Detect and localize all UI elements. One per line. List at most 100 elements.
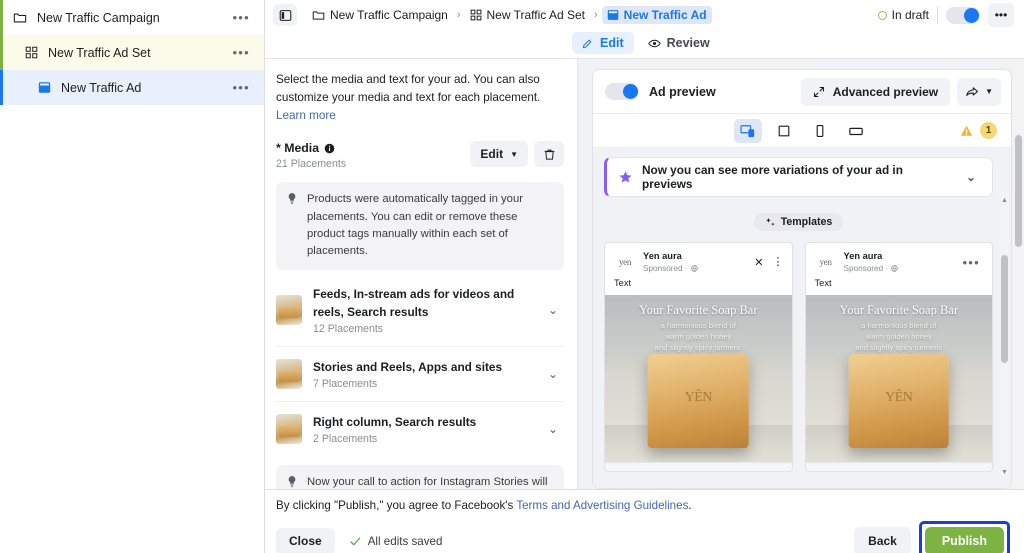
brand-meta: Yen aura Sponsored · [643, 251, 747, 272]
sidebar-item-adset[interactable]: New Traffic Ad Set ••• [0, 35, 264, 70]
ad-card-header: yen Yen aura Sponsored · [806, 243, 993, 278]
globe-icon [891, 265, 898, 272]
advanced-preview-button[interactable]: Advanced preview [801, 78, 950, 106]
templates-pill[interactable]: Templates [754, 213, 844, 231]
media-section-header: * Media 21 Placements Edit ▼ [276, 141, 564, 170]
ad-primary-text: Text [806, 278, 993, 295]
placement-text: Feeds, In-stream ads for videos and reel… [313, 285, 533, 335]
sidebar-campaign-menu-icon[interactable]: ••• [228, 9, 254, 26]
close-button[interactable]: Close [276, 528, 335, 553]
share-icon [965, 85, 979, 99]
ad-creative-image: Your Favorite Soap Bar a harmonious blen… [605, 295, 792, 462]
sidebar-ad-menu-icon[interactable]: ••• [228, 79, 254, 96]
tab-review[interactable]: Review [638, 32, 720, 54]
page-scrollbar[interactable] [1013, 59, 1024, 489]
device-desktop-mobile-icon[interactable] [734, 119, 762, 143]
media-label: * Media [276, 141, 319, 155]
ads-manager-window: New Traffic Campaign ••• New Traffic Ad … [0, 0, 1024, 553]
grid-icon [470, 9, 482, 21]
media-header-text: * Media 21 Placements [276, 141, 346, 170]
bottom-buttons-row: Close All edits saved Back Publish [276, 521, 1010, 553]
creative-subtext: a harmonious blend of warm golden honey … [806, 320, 993, 353]
terms-link[interactable]: Terms and Advertising Guidelines [516, 499, 688, 512]
scrollbar-thumb[interactable] [1015, 135, 1022, 247]
device-selector: 1 [593, 114, 1011, 148]
ad-preview-card[interactable]: yen Yen aura Sponsored · [604, 242, 793, 472]
placement-row[interactable]: Feeds, In-stream ads for videos and reel… [276, 274, 564, 347]
ad-creative-image: Your Favorite Soap Bar a harmonious blen… [806, 295, 993, 462]
preview-header-actions: Advanced preview ▼ [801, 78, 1001, 106]
publish-button[interactable]: Publish [925, 527, 1004, 553]
tip-instagram-stories-text: Now your call to action for Instagram St… [307, 476, 547, 489]
brand-name: Yen aura [643, 251, 747, 262]
device-landscape-icon[interactable] [842, 119, 870, 143]
preview-inner-scrollbar[interactable]: ▲ ▼ [999, 195, 1010, 478]
terms-suffix: . [688, 499, 691, 512]
device-portrait-icon[interactable] [806, 119, 834, 143]
ad-editor-panel: Select the media and text for your ad. Y… [265, 59, 578, 489]
lightbulb-icon [286, 192, 299, 260]
ad-active-toggle[interactable] [946, 7, 980, 24]
ad-preview-toggle[interactable] [605, 83, 639, 100]
chevron-down-icon[interactable]: ⌄ [962, 170, 980, 184]
placement-row[interactable]: Right column, Search results 2 Placement… [276, 402, 564, 456]
variations-banner[interactable]: Now you can see more variations of your … [604, 157, 993, 197]
warning-count-badge: 1 [980, 122, 997, 139]
sidebar-adset-menu-icon[interactable]: ••• [228, 44, 254, 61]
sponsored-label: Sponsored · [643, 264, 688, 273]
more-options-icon[interactable]: ••• [988, 3, 1014, 27]
chevron-down-icon[interactable]: ⌄ [544, 303, 562, 317]
check-icon [349, 535, 362, 548]
tip-instagram-stories: Now your call to action for Instagram St… [276, 465, 564, 489]
chevron-down-icon[interactable]: ⌄ [544, 422, 562, 436]
templates-label: Templates [781, 216, 833, 228]
expand-icon [813, 86, 825, 98]
media-edit-label: Edit [480, 147, 503, 161]
placement-title: Feeds, In-stream ads for videos and reel… [313, 287, 514, 319]
sidebar-item-ad[interactable]: New Traffic Ad ••• [0, 70, 264, 105]
soap-bar-graphic: YÊN [848, 354, 949, 448]
divider [937, 6, 938, 24]
breadcrumb-campaign[interactable]: New Traffic Campaign [307, 6, 453, 24]
main-area: New Traffic Campaign › New Traffic Ad Se… [265, 0, 1024, 553]
device-square-icon[interactable] [770, 119, 798, 143]
tab-edit[interactable]: Edit [572, 32, 634, 54]
share-preview-button[interactable]: ▼ [957, 78, 1001, 106]
media-delete-button[interactable] [534, 141, 564, 167]
ad-icon [36, 80, 52, 96]
ad-preview-cards: yen Yen aura Sponsored · [604, 242, 993, 472]
editor-intro-learn-more-link[interactable]: Learn more [276, 109, 336, 122]
scroll-down-arrow-icon[interactable]: ▼ [999, 467, 1010, 478]
preview-card: Ad preview Advanced preview [592, 69, 1012, 489]
creative-subtext: a harmonious blend of warm golden honey … [605, 320, 792, 353]
save-status-label: All edits saved [368, 535, 443, 548]
kebab-menu-icon[interactable]: ⋮ [773, 260, 784, 265]
panel-toggle-icon[interactable] [273, 4, 297, 26]
placement-text: Right column, Search results 2 Placement… [313, 413, 533, 445]
placement-thumbnail [276, 359, 302, 389]
close-icon[interactable]: ✕ [754, 256, 763, 269]
ellipsis-menu-icon[interactable]: ••• [958, 254, 984, 271]
placement-count: 12 Placements [313, 323, 533, 335]
warning-icon [959, 124, 974, 138]
scroll-up-arrow-icon[interactable]: ▲ [999, 195, 1010, 206]
back-button[interactable]: Back [854, 527, 911, 553]
scrollbar-thumb[interactable] [1001, 255, 1008, 363]
chevron-down-icon[interactable]: ⌄ [544, 367, 562, 381]
breadcrumb-ad[interactable]: New Traffic Ad [602, 6, 712, 24]
folder-icon [312, 9, 325, 22]
tab-bar: Edit Review [265, 28, 1024, 58]
preview-warning[interactable]: 1 [959, 122, 997, 139]
placement-thumbnail [276, 414, 302, 444]
brand-logo: yen [614, 251, 636, 273]
soap-brand-mark: YÊN [685, 390, 712, 406]
sidebar-item-campaign[interactable]: New Traffic Campaign ••• [0, 0, 264, 35]
breadcrumb-adset[interactable]: New Traffic Ad Set [465, 6, 591, 24]
info-icon[interactable] [324, 143, 335, 154]
media-edit-button[interactable]: Edit ▼ [470, 141, 528, 167]
variations-banner-text: Now you can see more variations of your … [642, 163, 953, 191]
ad-card-footer [806, 462, 993, 471]
ad-preview-card[interactable]: yen Yen aura Sponsored · [805, 242, 994, 472]
placement-count: 2 Placements [313, 433, 533, 445]
placement-row[interactable]: Stories and Reels, Apps and sites 7 Plac… [276, 347, 564, 402]
